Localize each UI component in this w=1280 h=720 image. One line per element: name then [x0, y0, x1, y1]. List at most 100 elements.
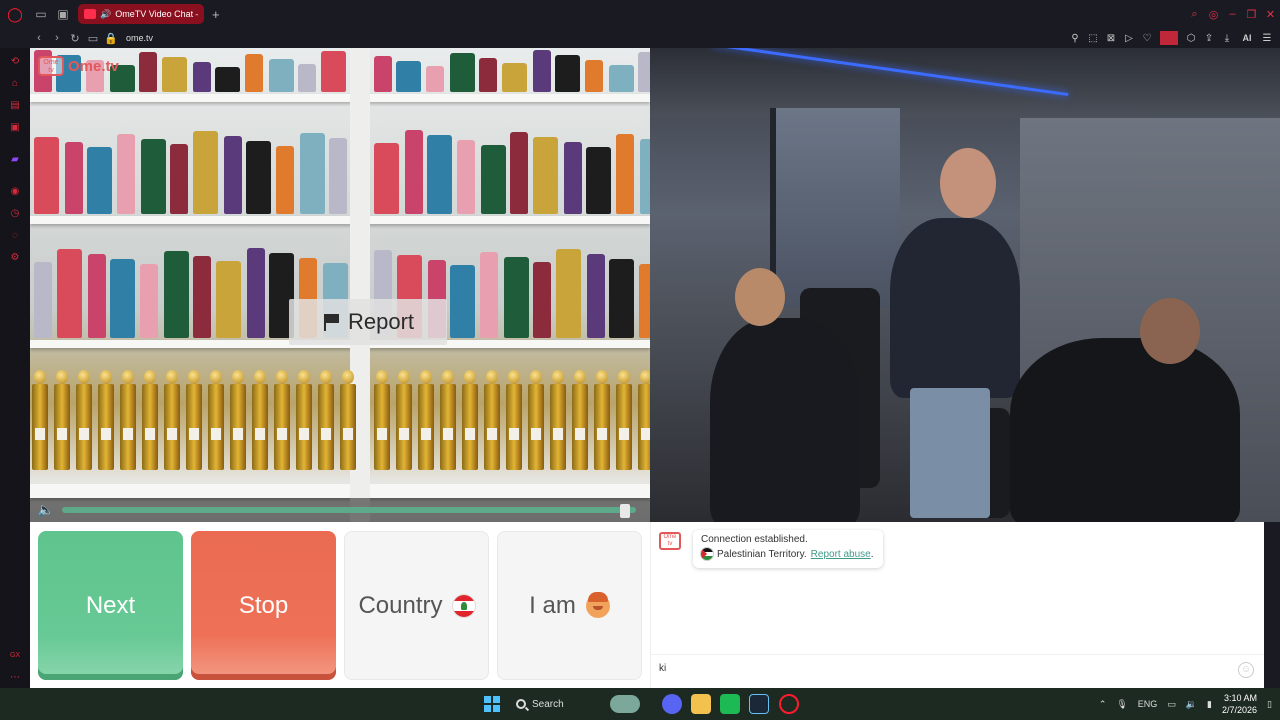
perfume-bottle — [587, 254, 605, 338]
stop-button[interactable]: Stop — [191, 531, 336, 680]
discord-icon[interactable] — [662, 694, 682, 714]
screenshot-icon[interactable]: ⬚ — [1084, 33, 1102, 44]
next-button[interactable]: Next — [38, 531, 183, 680]
perfume-bottle — [321, 51, 346, 92]
perfume-bottle — [609, 259, 634, 338]
perfume-bottle — [65, 142, 83, 214]
gender-select-button[interactable]: I am — [497, 531, 642, 680]
volume-tray-icon[interactable]: 🔉 — [1186, 699, 1197, 710]
tray-overflow-icon[interactable]: ⌃ — [1099, 699, 1107, 710]
emoji-icon[interactable]: ☺ — [1238, 662, 1254, 678]
heart-icon[interactable]: ♡ — [1138, 33, 1156, 44]
windows-taskbar: Search ⌃ 🎙 ENG ▭ 🔉 ▮ 3:10 AM 2/7/2026 ▯ — [0, 688, 1280, 720]
xbox-app-icon[interactable] — [720, 694, 740, 714]
taskbar-clock[interactable]: 3:10 AM 2/7/2026 — [1222, 692, 1257, 716]
report-button[interactable]: Report — [289, 299, 447, 345]
perfume-bottle — [639, 264, 650, 338]
extensions-icon[interactable]: ⬡ — [1182, 33, 1200, 44]
pin-icon[interactable]: ⚲ — [1066, 33, 1084, 44]
perfume-bottle — [533, 262, 551, 338]
opera-logo-icon[interactable]: ◯ — [0, 0, 30, 28]
country-text: Palestinian Territory. — [717, 548, 807, 560]
snapshot-icon[interactable]: ◎ — [1204, 8, 1223, 21]
tab-ometv[interactable]: 🔊 OmeTV Video Chat — ... — [78, 4, 204, 24]
bag-icon[interactable]: ⌂ — [9, 78, 21, 90]
perfume-bottle — [329, 138, 347, 214]
twitch-icon[interactable]: ▰ — [9, 154, 21, 166]
maximize-icon[interactable]: ❐ — [1242, 8, 1261, 21]
volume-slider[interactable] — [62, 504, 636, 518]
country-label: Country — [358, 591, 443, 619]
clock-icon[interactable]: ◷ — [9, 208, 21, 220]
close-icon[interactable]: ✕ — [1261, 8, 1280, 21]
tab-menu-icon[interactable]: ▭ — [30, 0, 52, 28]
connection-text: Connection established. — [701, 534, 808, 545]
download-icon[interactable]: ⤓ — [1218, 33, 1236, 44]
file-explorer-icon[interactable] — [691, 694, 711, 714]
boy-face-icon — [585, 591, 610, 618]
settings-icon[interactable]: ⚙ — [9, 252, 21, 264]
perfume-bottle — [638, 52, 650, 92]
microphone-icon[interactable]: 🎙 — [1116, 699, 1127, 710]
network-icon[interactable]: ▭ — [1167, 699, 1176, 710]
perfume-bottle — [245, 54, 263, 92]
menu-icon[interactable]: ☰ — [1258, 33, 1276, 44]
gold-perfume-bottle — [120, 370, 136, 470]
gold-perfume-bottle — [462, 370, 478, 470]
camera-icon[interactable]: ▭ — [84, 32, 102, 45]
share-icon[interactable]: ⇪ — [1200, 33, 1218, 44]
perfume-bottle — [34, 262, 52, 338]
minimize-icon[interactable]: – — [1223, 8, 1242, 20]
url-field[interactable]: ome.tv — [126, 33, 153, 43]
perfume-bottle — [139, 52, 157, 92]
perfume-bottle — [140, 264, 158, 338]
perfume-bottle — [374, 143, 399, 214]
history-icon[interactable]: ⟲ — [9, 56, 21, 68]
back-icon[interactable]: ‹ — [30, 32, 48, 44]
gold-perfume-bottle — [32, 370, 48, 470]
chat-message-input[interactable]: ki — [651, 654, 1265, 688]
notifications-icon[interactable]: ▯ — [1267, 699, 1272, 710]
chat-panel: Ome tv Connection established. Palestini… — [650, 522, 1265, 688]
report-abuse-link[interactable]: Report abuse — [811, 549, 871, 560]
clock-time: 3:10 AM — [1224, 693, 1258, 703]
perfume-bottle — [609, 65, 634, 92]
country-filter-button[interactable]: Country — [344, 531, 489, 680]
taskbar-search[interactable]: Search — [510, 693, 660, 715]
more-icon[interactable]: ⋯ — [9, 672, 21, 684]
messenger-icon[interactable]: ▤ — [9, 100, 21, 112]
chat-icon[interactable]: ◌ — [9, 230, 21, 242]
gold-perfume-bottle — [54, 370, 70, 470]
gold-perfume-bottle — [594, 370, 610, 470]
play-circle-icon[interactable]: ◉ — [9, 186, 21, 198]
perfume-bottle — [276, 146, 294, 214]
opera-gx-taskbar-icon[interactable] — [779, 694, 799, 714]
new-tab-button[interactable]: + — [212, 7, 220, 22]
player-sidebar-icon[interactable]: ▣ — [9, 122, 21, 134]
perfume-bottle — [533, 137, 558, 214]
perfume-bottle — [450, 53, 475, 92]
perfume-bottle — [479, 58, 497, 92]
gold-perfume-bottle — [396, 370, 412, 470]
clock-date: 2/7/2026 — [1222, 705, 1258, 715]
steam-icon[interactable] — [749, 694, 769, 714]
aria-ai-button[interactable]: AI — [1236, 33, 1258, 43]
forward-icon[interactable]: › — [48, 32, 66, 44]
volume-slider-thumb[interactable] — [619, 504, 630, 518]
gold-perfume-bottle — [208, 370, 224, 470]
windows-start-icon[interactable] — [484, 696, 500, 712]
player-icon[interactable]: ▷ — [1120, 33, 1138, 44]
perfume-bottle — [247, 248, 265, 338]
language-indicator[interactable]: ENG — [1138, 699, 1158, 709]
perfume-bottle — [555, 55, 580, 92]
gx-label[interactable]: GX — [9, 650, 21, 662]
browser-titlebar: ◯ ▭ ▣ 🔊 OmeTV Video Chat — ... + ⌕ ◎ – ❐… — [0, 0, 1280, 28]
battery-icon[interactable]: ▮ — [1207, 699, 1212, 710]
speaker-icon[interactable]: 🔊 — [100, 9, 111, 20]
gold-perfume-bottle — [418, 370, 434, 470]
volume-icon[interactable]: 🔈 — [30, 502, 62, 518]
search-tabs-icon[interactable]: ⌕ — [1185, 8, 1204, 21]
workspaces-icon[interactable]: ▣ — [52, 0, 74, 28]
reload-icon[interactable]: ↻ — [66, 32, 84, 45]
adblock-icon[interactable]: ⊠ — [1102, 33, 1120, 44]
